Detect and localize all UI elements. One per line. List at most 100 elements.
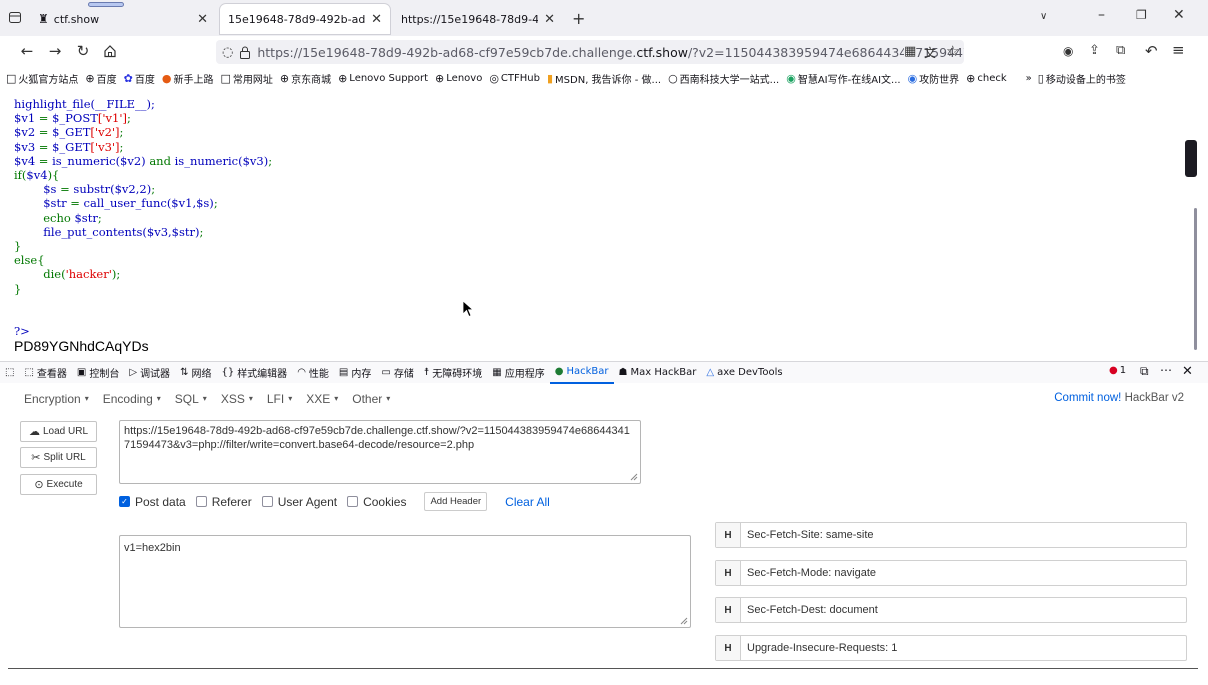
devtools-tab-accessibility[interactable]: ☨ 无障碍环境 [419, 362, 487, 384]
clear-all-link[interactable]: Clear All [505, 495, 550, 509]
url-bar[interactable]: ◌ https://15e19648-78d9-492b-ad68-cf97e5… [216, 40, 964, 64]
home-icon[interactable] [103, 44, 117, 58]
devtools-tab-storage[interactable]: ▭ 存储 [376, 362, 418, 384]
undo-icon[interactable]: ↶ [1145, 42, 1158, 60]
menu-other[interactable]: Other ▾ [352, 392, 390, 406]
user-agent-checkbox[interactable]: User Agent [261, 495, 337, 509]
devtools-tab-memory[interactable]: ▤ 内存 [334, 362, 376, 384]
commit-now-link[interactable]: Commit now! [1054, 392, 1121, 404]
bookmark-label: 京东商城 [291, 74, 332, 86]
devtools-tab-console[interactable]: ▣ 控制台 [72, 362, 124, 384]
menu-xss[interactable]: XSS ▾ [221, 392, 253, 406]
add-header-button[interactable]: Add Header [424, 492, 488, 511]
account-icon[interactable]: ◉ [1063, 44, 1073, 58]
code-token: ; [213, 196, 218, 211]
devtools-tab-axe[interactable]: △ axe DevTools [701, 362, 787, 384]
hackbar-version: HackBar v2 [1124, 392, 1184, 404]
extensions-icon[interactable]: ⧉ [1116, 43, 1125, 58]
bookmark-item[interactable]: ◉ 智慧AI写作-在线AI文... [786, 71, 900, 86]
tab-challenge-2[interactable]: https://15e19648-78d9-492b-ad ✕ [393, 4, 563, 34]
mobile-bookmarks-folder[interactable]: ▯ 移动设备上的书签 [1038, 71, 1126, 86]
header-row[interactable]: H Sec-Fetch-Site: same-site [715, 522, 1187, 548]
menu-encryption[interactable]: Encryption ▾ [24, 392, 89, 406]
bookmark-item[interactable]: ● 新手上路 [162, 71, 214, 86]
post-data-checkbox[interactable]: ✓ Post data [119, 495, 186, 509]
forward-icon[interactable]: → [44, 40, 66, 62]
menu-sql[interactable]: SQL ▾ [175, 392, 207, 406]
qr-code-icon[interactable]: ▦ [904, 44, 917, 59]
close-devtools-icon[interactable]: ✕ [1182, 364, 1193, 379]
share-icon[interactable]: ⇪ [1089, 43, 1100, 58]
resize-grip-icon[interactable] [630, 473, 638, 481]
header-row[interactable]: H Sec-Fetch-Mode: navigate [715, 560, 1187, 586]
devtools-tab-network[interactable]: ⇅ 网络 [175, 362, 216, 384]
bookmark-item[interactable]: ⊕ 京东商城 [280, 71, 331, 86]
menu-label: XSS [220, 391, 245, 406]
referer-checkbox[interactable]: Referer [195, 495, 252, 509]
bookmarks-overflow-button[interactable]: » [1026, 73, 1032, 84]
url-textarea[interactable]: https://15e19648-78d9-492b-ad68-cf97e59c… [119, 420, 641, 484]
new-tab-icon[interactable]: + [572, 9, 585, 28]
resize-grip-icon[interactable] [680, 617, 688, 625]
close-window-icon[interactable]: ✕ [1173, 7, 1185, 23]
close-tab-icon[interactable]: ✕ [544, 12, 555, 27]
load-url-button[interactable]: ☁ Load URL [20, 421, 97, 442]
devtools-tab-performance[interactable]: ◠ 性能 [292, 362, 334, 384]
bookmark-item[interactable]: ⊕ Lenovo Support [338, 72, 428, 85]
translate-icon[interactable]: 文 [924, 44, 936, 61]
menu-xxe[interactable]: XXE ▾ [306, 392, 338, 406]
checkbox-box [261, 496, 273, 507]
bookmark-item[interactable]: ◉ 攻防世界 [908, 71, 960, 86]
tab-ctfshow[interactable]: ♜ ctf.show ✕ [30, 4, 216, 34]
devtools-tab-style-editor[interactable]: {} 样式编辑器 [216, 362, 292, 384]
more-options-icon[interactable]: ⋯ [1160, 363, 1172, 377]
code-token: $v1 [14, 111, 36, 126]
lock-icon[interactable] [239, 46, 251, 59]
bookmark-item[interactable]: ⊕ Lenovo [435, 72, 482, 85]
post-data-textarea[interactable]: v1=hex2bin [119, 535, 691, 628]
dock-icon[interactable]: ⧉ [1140, 364, 1149, 379]
element-picker-icon[interactable]: ⬚ [0, 362, 19, 384]
bookmark-item[interactable]: ⊕ 百度 [85, 71, 116, 86]
menu-lfi[interactable]: LFI ▾ [267, 392, 292, 406]
code-token: = [35, 153, 53, 168]
error-indicator[interactable]: ● 1 [1109, 365, 1126, 376]
back-icon[interactable]: ← [16, 40, 38, 62]
bookmark-label: 西南科技大学一站式... [679, 74, 780, 86]
header-row[interactable]: H Sec-Fetch-Dest: document [715, 597, 1187, 623]
page-output-text: PD89YGNhdCAqYDs [14, 338, 149, 354]
devtools-tab-debugger[interactable]: ▷ 调试器 [124, 362, 175, 384]
bookmark-item[interactable]: ⊕ check [966, 72, 1007, 85]
bookmark-item[interactable]: ○ 西南科技大学一站式... [668, 71, 779, 86]
split-url-button[interactable]: ✂ Split URL [20, 447, 97, 468]
bookmark-item[interactable]: ◎ CTFHub [489, 72, 540, 85]
execute-button[interactable]: ⊙ Execute [20, 474, 97, 495]
restore-icon[interactable]: ❐ [1136, 8, 1147, 22]
list-all-tabs-icon[interactable]: ∨ [1040, 11, 1047, 22]
bookmark-item[interactable]: □ 常用网址 [220, 71, 272, 86]
close-tab-icon[interactable]: ✕ [197, 12, 208, 27]
reload-icon[interactable]: ↻ [72, 40, 94, 62]
devtools-tab-application[interactable]: ▦ 应用程序 [487, 362, 549, 384]
page-scrollbar[interactable] [1194, 208, 1197, 350]
devtools-tab-max-hackbar[interactable]: ☗ Max HackBar [614, 362, 702, 384]
url-text[interactable]: https://15e19648-78d9-492b-ad68-cf97e59c… [257, 45, 964, 60]
app-menu-icon[interactable]: ≡ [1172, 41, 1185, 59]
tracking-protection-icon[interactable]: ◌ [222, 45, 233, 60]
debugger-icon: ▷ [129, 367, 138, 378]
bookmark-item[interactable]: ✿ 百度 [124, 71, 155, 86]
tab-challenge-active[interactable]: 15e19648-78d9-492b-ad68-cf97e ✕ [220, 4, 390, 34]
sidebar-handle[interactable] [1185, 140, 1197, 177]
minimize-icon[interactable]: – [1098, 7, 1105, 23]
code-line: $s = substr($v2,2); [14, 182, 155, 196]
tab-list-icon[interactable] [8, 10, 22, 24]
devtools-tab-inspector[interactable]: ⬚ 查看器 [19, 362, 71, 384]
cookies-checkbox[interactable]: Cookies [347, 495, 406, 509]
bookmark-item[interactable]: □ 火狐官方站点 [6, 71, 78, 86]
bookmark-star-icon[interactable]: ☆ [946, 42, 959, 60]
devtools-tab-hackbar[interactable]: ● HackBar [549, 362, 614, 384]
bookmark-item[interactable]: ▮ MSDN, 我告诉你 - 做... [547, 71, 661, 86]
close-tab-icon[interactable]: ✕ [371, 12, 382, 27]
menu-encoding[interactable]: Encoding ▾ [103, 392, 161, 406]
header-row[interactable]: H Upgrade-Insecure-Requests: 1 [715, 635, 1187, 661]
